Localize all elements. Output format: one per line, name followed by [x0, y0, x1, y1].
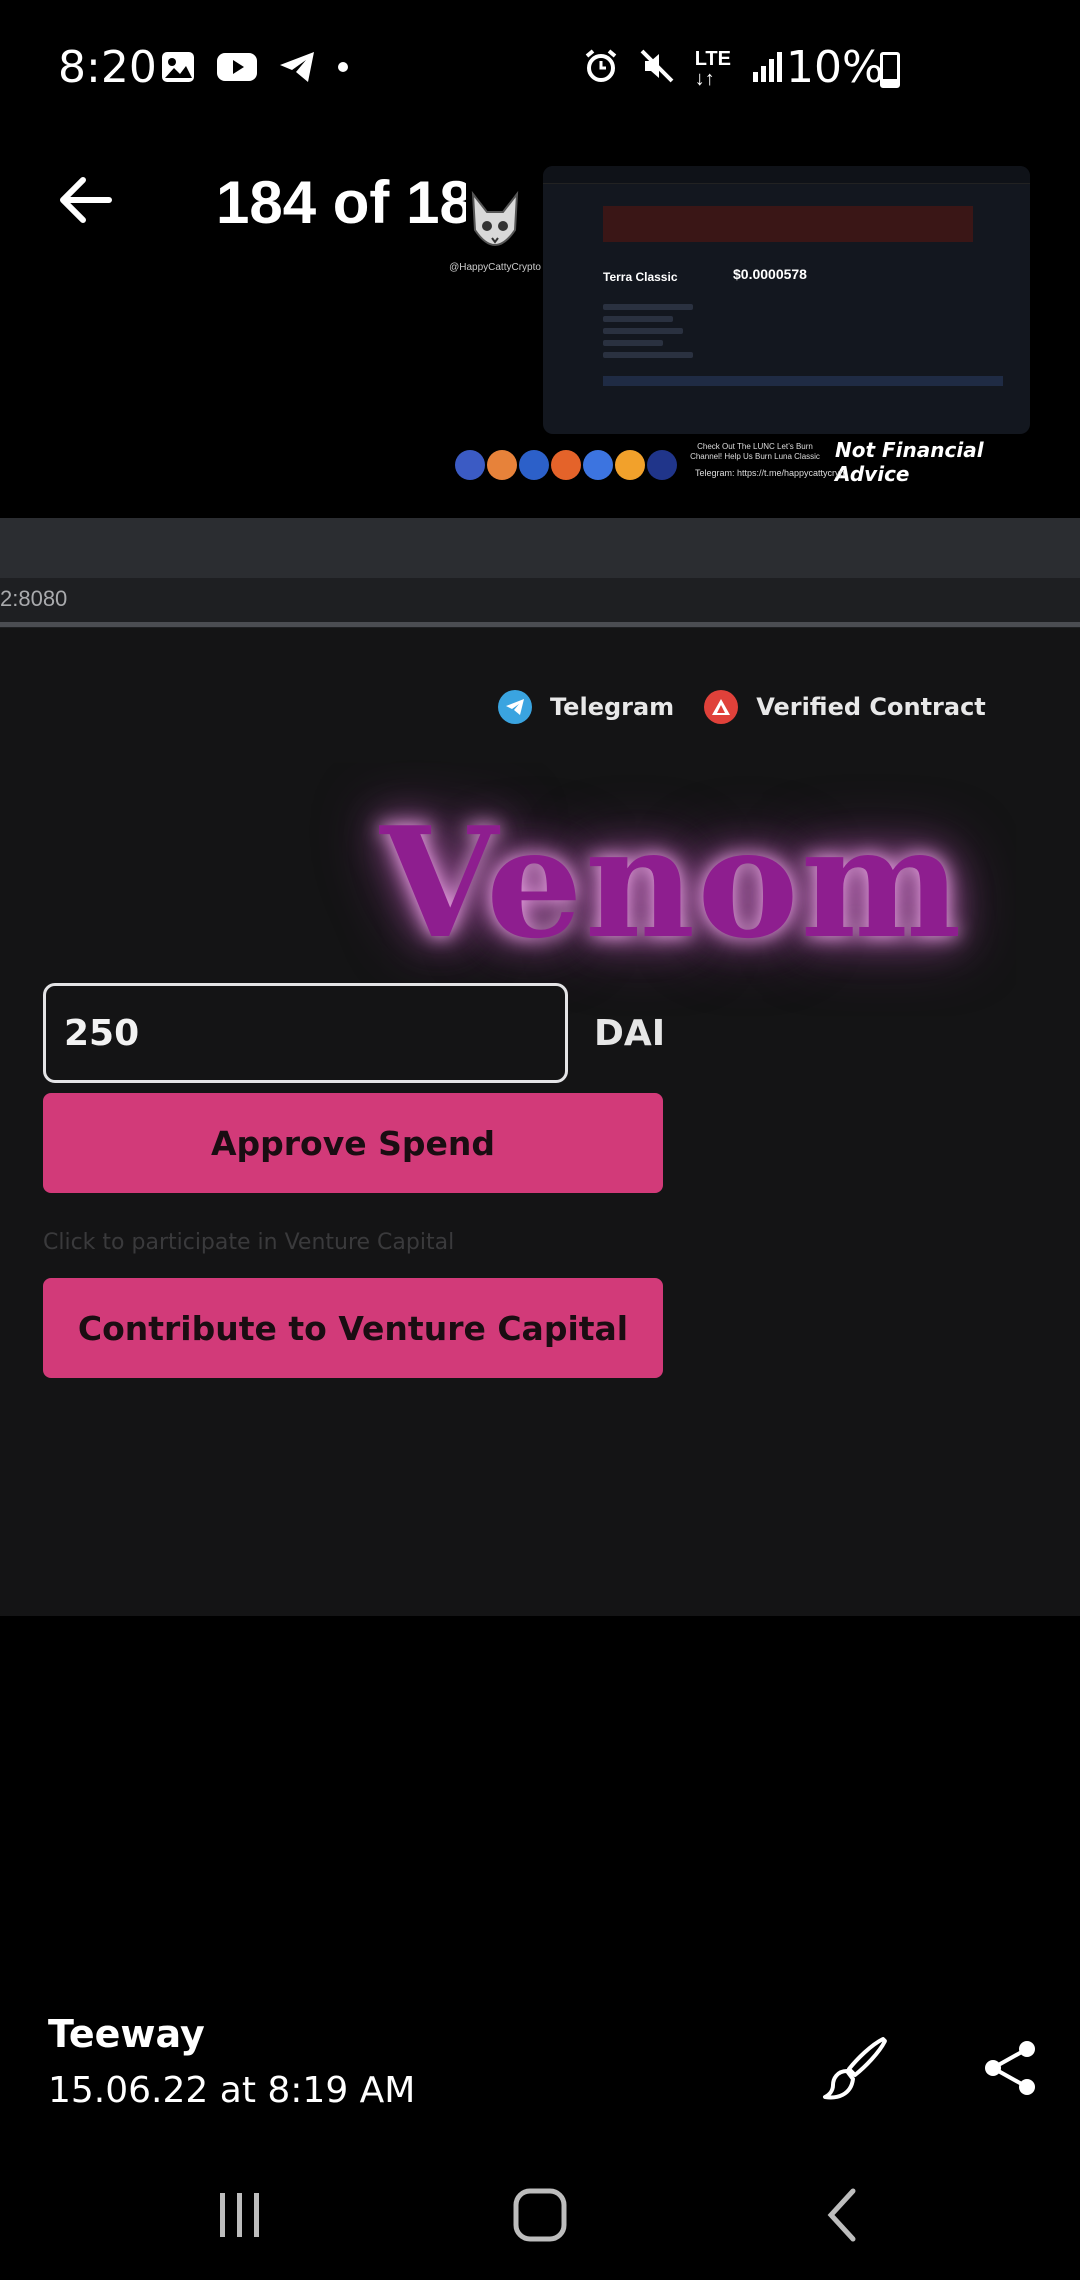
recents-button[interactable]	[195, 2180, 285, 2250]
telegram-link[interactable]: Telegram	[498, 690, 674, 724]
share-button[interactable]	[972, 2030, 1048, 2106]
avalanche-icon	[704, 690, 739, 724]
sent-date: 15.06.22 at 8:19 AM	[48, 2070, 416, 2111]
thumbnail-screenshot: Terra Classic $0.0000578	[543, 166, 1030, 434]
thumbnail-price: $0.0000578	[733, 266, 807, 282]
shared-screenshot: 2:8080 Telegram Verified Contract Venom …	[0, 518, 1080, 1616]
thumbnail-disclaimer: Not Financial Advice	[835, 438, 984, 486]
brush-icon	[823, 2037, 887, 2100]
thumbnail-telegram: Telegram: https://t.me/happycattycryp	[695, 468, 845, 478]
attached-thumbnail[interactable]: Terra Classic $0.0000578 @HappyCattyCryp…	[449, 162, 1035, 492]
youtube-icon	[216, 51, 258, 88]
alarm-icon	[583, 48, 619, 89]
status-time: 8:20	[58, 42, 157, 93]
edit-button[interactable]	[818, 2030, 894, 2106]
battery-charging-icon	[880, 52, 900, 88]
arrow-left-icon	[60, 177, 112, 223]
telegram-icon	[278, 50, 316, 89]
lte-icon: LTE ↓↑	[694, 47, 731, 90]
cat-logo: @HappyCattyCrypto	[449, 190, 541, 300]
approve-spend-button[interactable]: Approve Spend	[43, 1093, 663, 1193]
watermark-text: @HappyCattyCrypto	[449, 262, 541, 273]
image-counter: 184 of 18	[216, 169, 466, 236]
sender-name: Teeway	[48, 2012, 205, 2056]
home-icon	[513, 2188, 567, 2242]
status-bar: 8:20 LTE ↓↑ 10%	[0, 0, 1080, 140]
verified-contract-link[interactable]: Verified Contract	[704, 690, 986, 724]
system-nav-bar	[0, 2160, 1080, 2280]
participate-hint: Click to participate in Venture Capital	[43, 1230, 455, 1255]
venom-logo: Venom	[380, 793, 964, 972]
nav-back-button[interactable]	[800, 2180, 890, 2250]
mute-icon	[639, 48, 675, 89]
amount-input[interactable]	[43, 983, 568, 1083]
thumbnail-coin-name: Terra Classic	[603, 270, 678, 284]
gallery-icon	[160, 50, 196, 89]
chevron-left-icon	[827, 2188, 856, 2242]
home-button[interactable]	[495, 2180, 585, 2250]
share-icon	[985, 2041, 1035, 2095]
contribute-button[interactable]: Contribute to Venture Capital	[43, 1278, 663, 1378]
back-button[interactable]	[50, 165, 120, 235]
battery-percent: 10%	[786, 42, 884, 93]
signal-icon	[751, 50, 785, 87]
currency-label: DAI	[594, 1013, 666, 1054]
thumbnail-promo: Check Out The LUNC Let’s Burn Channel! H…	[690, 442, 820, 461]
url-text: 2:8080	[0, 586, 68, 611]
telegram-icon	[498, 690, 532, 724]
coin-icons	[455, 450, 677, 480]
dot-icon	[336, 60, 350, 79]
recents-icon	[220, 2193, 259, 2237]
